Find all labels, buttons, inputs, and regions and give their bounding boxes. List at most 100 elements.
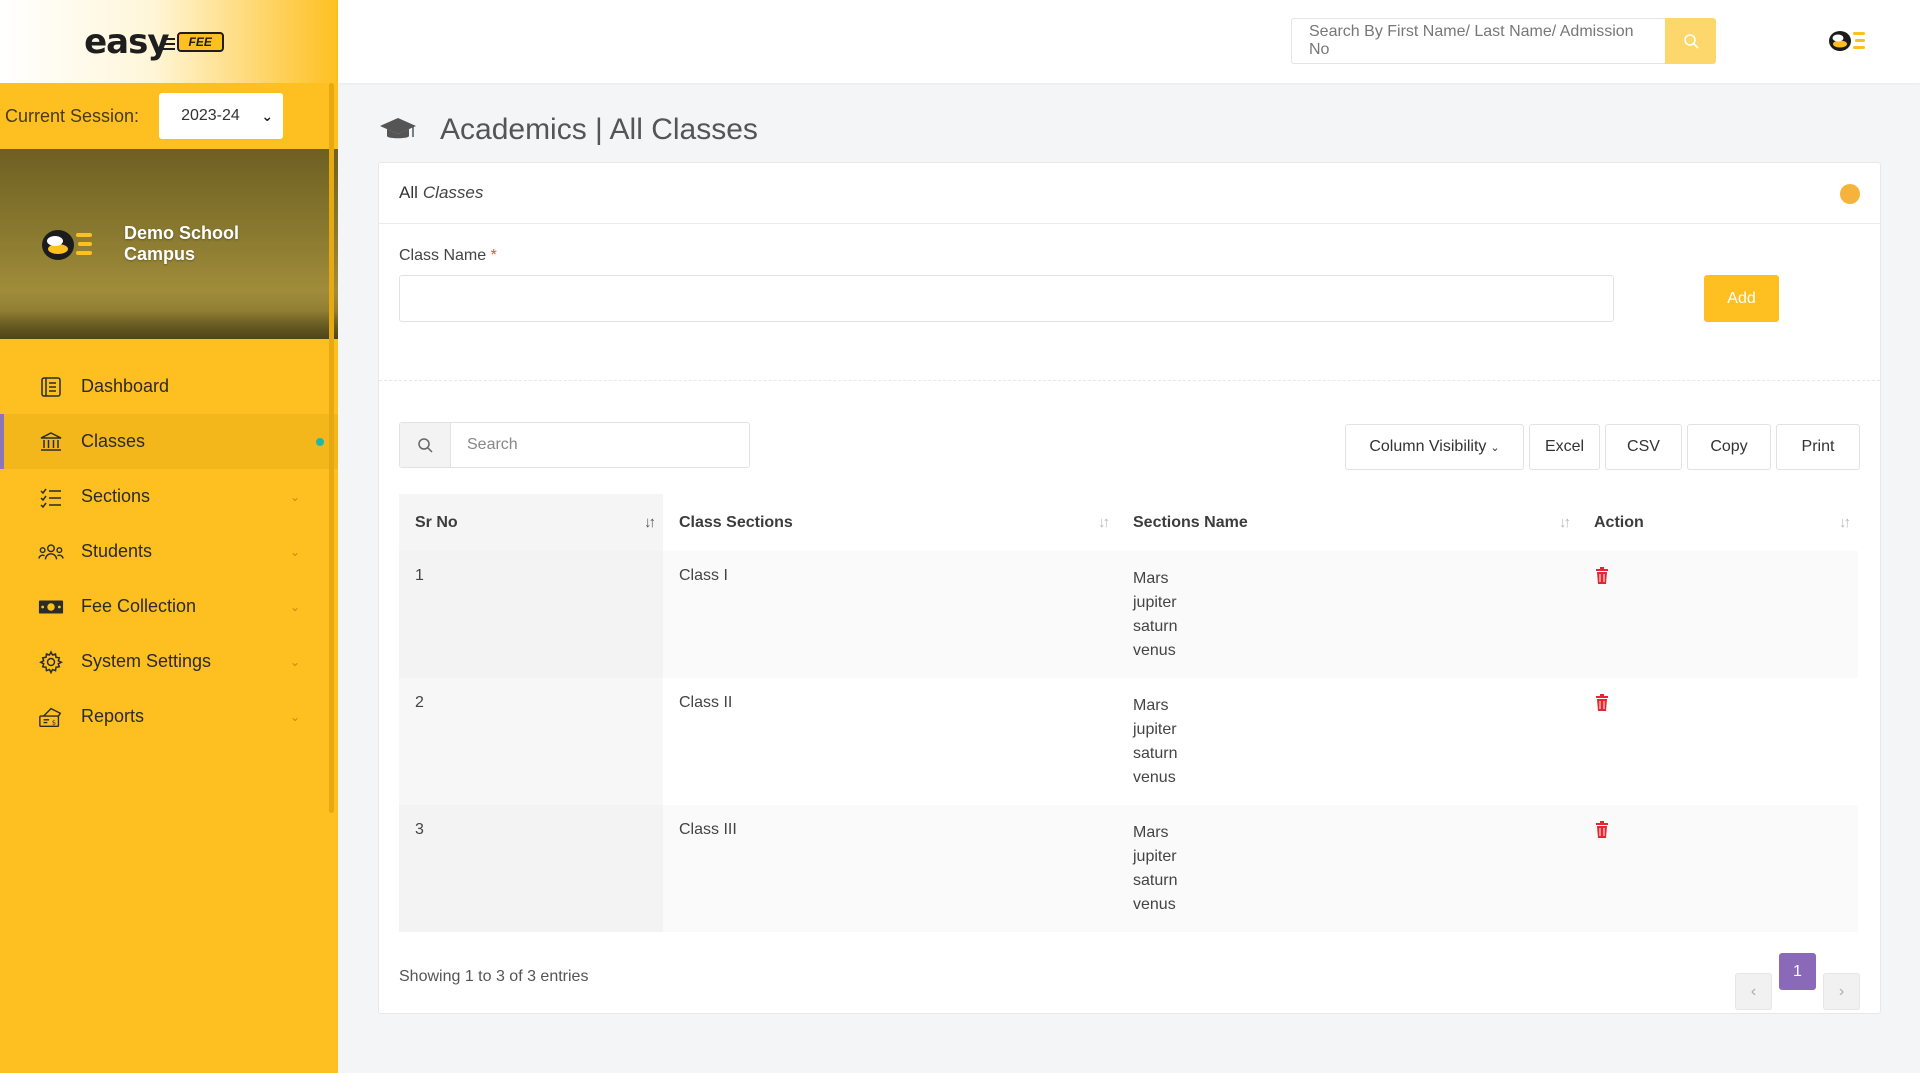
money-icon	[38, 594, 64, 620]
card-title: All	[399, 183, 418, 202]
sidebar-item-label: Sections	[81, 486, 151, 506]
sidebar-nav: Dashboard Classes Sections ⌄ Students ⌄	[0, 359, 338, 744]
action-cell	[1578, 551, 1858, 678]
class-name-input[interactable]	[399, 275, 1614, 322]
sidebar-item-students[interactable]: Students ⌄	[0, 524, 338, 579]
class-cell: Class II	[679, 694, 733, 711]
sort-icon: ↓↑	[1839, 514, 1851, 531]
column-header-sections-name[interactable]: Sections Name ↓↑	[1117, 494, 1578, 551]
sr-no-cell: 2	[399, 678, 663, 805]
sort-icon: ↓↑	[1098, 514, 1110, 531]
column-header-sr-no[interactable]: Sr No ↓↑	[399, 494, 663, 551]
search-icon	[400, 423, 451, 467]
trash-icon[interactable]	[1594, 821, 1610, 838]
session-bar: Current Session: 2023-24 ⌄	[0, 83, 338, 149]
required-mark: *	[490, 247, 497, 264]
excel-button[interactable]: Excel	[1529, 424, 1600, 470]
sidebar-item-label: Fee Collection	[81, 596, 197, 616]
action-cell	[1578, 805, 1858, 932]
table-search-input[interactable]: Search	[451, 423, 749, 467]
page-header: Academics | All Classes	[378, 113, 758, 147]
column-visibility-button[interactable]: Column Visibility ⌄	[1345, 424, 1524, 470]
chevron-down-icon: ⌄	[289, 709, 300, 724]
sidebar-scrollbar[interactable]	[329, 83, 334, 813]
classes-table: Sr No ↓↑ Class Sections ↓↑ Sections Name ↓↑…	[399, 494, 1858, 932]
gear-icon	[38, 649, 64, 675]
class-name-label: Class Name *	[399, 247, 497, 264]
classes-card: All Classes Class Name * Add Search Colu…	[378, 162, 1881, 1014]
pagination: ‹ 1 ›	[1735, 953, 1860, 1010]
sidebar-item-label: Students	[81, 541, 153, 561]
session-select[interactable]: 2023-24 ⌄	[159, 93, 284, 139]
next-page-button[interactable]: ›	[1823, 973, 1860, 1010]
search-icon	[1683, 34, 1699, 49]
chevron-down-icon: ⌄	[289, 489, 300, 504]
sidebar-item-reports[interactable]: $ Reports ⌄	[0, 689, 338, 744]
sidebar-item-dashboard[interactable]: Dashboard	[0, 359, 338, 414]
sort-icon: ↓↑	[1559, 514, 1571, 531]
global-search: Search By First Name/ Last Name/ Admissi…	[1291, 18, 1716, 64]
active-indicator	[316, 437, 324, 446]
svg-text:$: $	[52, 718, 56, 726]
sidebar-item-sections[interactable]: Sections ⌄	[0, 469, 338, 524]
bank-icon	[38, 429, 64, 455]
card-header: All Classes	[379, 163, 1880, 224]
add-button[interactable]: Add	[1704, 275, 1779, 322]
column-header-class-sections[interactable]: Class Sections ↓↑	[663, 494, 1117, 551]
column-header-action[interactable]: Action ↓↑	[1578, 494, 1858, 551]
brand-name: easy	[84, 21, 169, 62]
campus-banner: Demo School Campus	[0, 149, 338, 339]
global-search-input[interactable]: Search By First Name/ Last Name/ Admissi…	[1291, 18, 1665, 64]
action-cell	[1578, 678, 1858, 805]
session-value: 2023-24	[181, 107, 240, 124]
users-icon	[38, 539, 64, 565]
sidebar-item-label: Classes	[81, 431, 146, 451]
sections-cell: Mars jupiter saturn venus	[1133, 824, 1178, 913]
brand-logo: easy FEE	[84, 22, 224, 62]
class-cell: Class III	[679, 821, 737, 838]
csv-button[interactable]: CSV	[1605, 424, 1682, 470]
user-avatar-icon[interactable]	[1828, 26, 1868, 56]
chevron-down-icon: ⌄	[289, 654, 300, 669]
chevron-down-icon: ⌄	[261, 107, 274, 124]
chevron-down-icon: ⌄	[1490, 441, 1500, 454]
page-button-current[interactable]: 1	[1779, 953, 1816, 990]
chevron-left-icon: ‹	[1750, 982, 1757, 1000]
trash-icon[interactable]	[1594, 567, 1610, 584]
brand[interactable]: easy FEE	[0, 0, 338, 83]
copy-button[interactable]: Copy	[1687, 424, 1771, 470]
trash-icon[interactable]	[1594, 694, 1610, 711]
print-button[interactable]: Print	[1776, 424, 1860, 470]
previous-page-button[interactable]: ‹	[1735, 973, 1772, 1010]
table-info: Showing 1 to 3 of 3 entries	[399, 968, 589, 985]
sidebar-item-system-settings[interactable]: System Settings ⌄	[0, 634, 338, 689]
report-icon: $	[38, 704, 64, 730]
sections-cell: Mars jupiter saturn venus	[1133, 570, 1178, 659]
campus-name: Demo School Campus	[124, 223, 240, 264]
table-row: 1 Class I Mars jupiter saturn venus	[399, 551, 1858, 678]
chevron-down-icon: ⌄	[289, 544, 300, 559]
card-subtitle: Classes	[422, 183, 484, 202]
sidebar-item-classes[interactable]: Classes	[0, 414, 338, 469]
table-row: 3 Class III Mars jupiter saturn venus	[399, 805, 1858, 932]
campus-logo-icon	[42, 230, 92, 260]
session-label: Current Session:	[5, 105, 140, 126]
global-search-button[interactable]	[1665, 18, 1716, 64]
sr-no-cell: 3	[399, 805, 663, 932]
table-tools: Column Visibility ⌄ Excel CSV Copy Print	[1345, 424, 1860, 470]
topbar: Search By First Name/ Last Name/ Admissi…	[338, 0, 1920, 83]
sidebar-item-fee-collection[interactable]: Fee Collection ⌄	[0, 579, 338, 634]
graduation-cap-icon	[380, 118, 416, 139]
sidebar-item-label: Reports	[81, 706, 145, 726]
sr-no-cell: 1	[399, 551, 663, 678]
chevron-down-icon: ⌄	[289, 599, 300, 614]
list-icon	[38, 484, 64, 510]
collapse-dot-icon[interactable]	[1840, 184, 1860, 204]
dashboard-icon	[38, 374, 64, 400]
brand-badge: FEE	[162, 31, 224, 52]
sidebar-item-label: System Settings	[81, 651, 212, 671]
table-search: Search	[399, 422, 750, 468]
page-title: Academics | All Classes	[440, 113, 758, 146]
class-cell: Class I	[679, 567, 728, 584]
sidebar-item-label: Dashboard	[81, 376, 170, 396]
